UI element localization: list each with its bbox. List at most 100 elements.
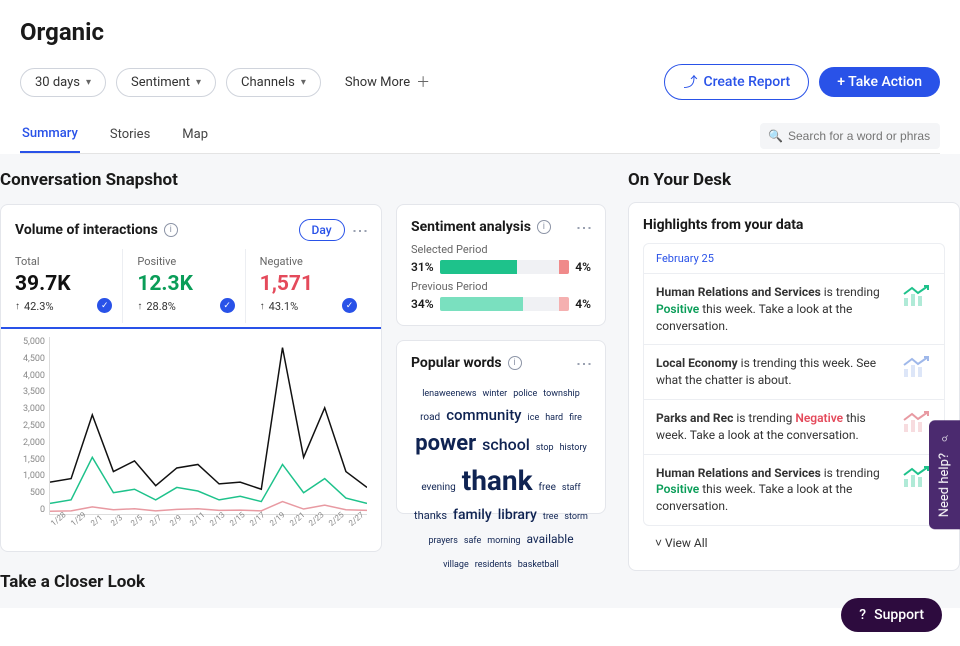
search-wrap: 🔍 <box>760 123 940 149</box>
popular-words-title: Popular words i <box>411 355 522 371</box>
word-cloud-word[interactable]: evening <box>418 480 458 495</box>
highlights-title: Highlights from your data <box>643 217 945 233</box>
view-all-button[interactable]: ˅ View All <box>643 526 945 560</box>
metrics-row: Total 39.7K ↑42.3%✓ Positive 12.3K ↑28.8… <box>15 249 367 323</box>
sentiment-card: Sentiment analysis i ⋮ Selected Period 3… <box>396 204 606 326</box>
take-action-button[interactable]: + Take Action <box>819 67 940 97</box>
search-input[interactable] <box>760 123 940 149</box>
filter-channels[interactable]: Channels▾ <box>226 68 321 97</box>
tab-map[interactable]: Map <box>180 119 210 152</box>
word-cloud-word[interactable]: safe <box>461 535 484 549</box>
highlight-text: Human Relations and Services is trending… <box>656 465 892 515</box>
create-report-button[interactable]: ⤴ Create Report <box>664 64 809 100</box>
filter-show-more[interactable]: Show More＋ <box>331 66 444 98</box>
word-cloud-word[interactable]: staff <box>559 482 584 496</box>
page-title: Organic <box>20 18 940 46</box>
more-icon[interactable]: ⋮ <box>577 356 591 370</box>
volume-chart: 5,0004,5004,0003,5003,0002,5002,0001,500… <box>15 337 367 537</box>
metric-total[interactable]: Total 39.7K ↑42.3%✓ <box>15 249 123 323</box>
word-cloud-word[interactable]: free <box>536 480 559 495</box>
info-icon[interactable]: i <box>508 356 522 370</box>
upload-icon: ⤴ <box>683 72 697 92</box>
metric-negative[interactable]: Negative 1,571 ↑43.1%✓ <box>246 249 367 323</box>
word-cloud-word[interactable]: school <box>479 433 533 457</box>
y-tick: 1,500 <box>15 455 49 465</box>
highlight-item[interactable]: Parks and Rec is trending Negative this … <box>644 400 944 455</box>
highlights-card: Highlights from your data February 25 Hu… <box>628 202 960 571</box>
word-cloud-word[interactable]: morning <box>484 535 523 549</box>
word-cloud-word[interactable]: basketball <box>515 559 562 573</box>
sentiment-selected-bar: 31% 4% <box>411 260 591 274</box>
y-tick: 3,000 <box>15 404 49 414</box>
metric-positive[interactable]: Positive 12.3K ↑28.8%✓ <box>123 249 245 323</box>
arrow-up-icon: ↑ <box>260 301 265 312</box>
y-tick: 0 <box>15 505 49 515</box>
word-cloud-word[interactable]: lenaweenews <box>419 388 479 402</box>
y-tick: 1,000 <box>15 471 49 481</box>
word-cloud-word[interactable]: power <box>412 427 479 460</box>
word-cloud: lenaweenewswinterpolicetownship roadcommu… <box>411 379 591 499</box>
filter-period[interactable]: 30 days▾ <box>20 68 106 97</box>
metric-positive-value: 12.3K <box>137 272 232 296</box>
word-cloud-word[interactable]: police <box>510 388 540 402</box>
word-cloud-word[interactable]: ice <box>525 412 543 426</box>
word-cloud-word[interactable]: community <box>443 404 524 427</box>
word-cloud-word[interactable]: thank <box>459 460 536 502</box>
sentiment-previous-bar: 34% 4% <box>411 297 591 311</box>
volume-toggle-day[interactable]: Day <box>299 219 345 241</box>
divider <box>1 327 381 329</box>
word-cloud-word[interactable]: fire <box>566 412 585 426</box>
highlights-list: February 25 Human Relations and Services… <box>643 243 945 526</box>
y-tick: 4,500 <box>15 354 49 364</box>
word-cloud-word[interactable]: winter <box>479 388 510 402</box>
y-tick: 500 <box>15 488 49 498</box>
more-icon[interactable]: ⋮ <box>577 220 591 234</box>
highlight-item[interactable]: Human Relations and Services is trending… <box>644 274 944 345</box>
info-icon[interactable]: i <box>164 223 178 237</box>
metric-total-value: 39.7K <box>15 272 110 296</box>
popular-words-title-text: Popular words <box>411 355 502 371</box>
y-tick: 5,000 <box>15 337 49 347</box>
word-cloud-word[interactable]: residents <box>472 559 515 573</box>
sentiment-previous-pos: 34% <box>411 297 434 311</box>
more-icon[interactable]: ⋮ <box>353 223 367 237</box>
on-your-desk-title: On Your Desk <box>628 170 960 190</box>
filter-sentiment-label: Sentiment <box>131 75 190 90</box>
word-cloud-word[interactable]: hard <box>542 412 566 426</box>
metric-positive-label: Positive <box>137 255 232 268</box>
word-cloud-word[interactable]: available <box>523 530 576 548</box>
word-cloud-word[interactable]: thanks <box>411 508 450 525</box>
word-cloud-word[interactable]: tree <box>540 511 561 525</box>
highlight-text: Parks and Rec is trending Negative this … <box>656 410 892 444</box>
arrow-up-icon: ↑ <box>15 301 20 312</box>
trend-icon <box>902 410 932 434</box>
take-action-label: + Take Action <box>837 74 922 90</box>
need-help-tab[interactable]: Need help? ⌕ <box>929 420 960 529</box>
metric-total-delta: 42.3% <box>24 300 54 313</box>
trend-icon <box>902 355 932 379</box>
support-button[interactable]: ? Support <box>841 598 942 632</box>
need-help-label: Need help? <box>937 453 952 517</box>
plus-icon: ＋ <box>416 72 430 92</box>
highlight-item[interactable]: Local Economy is trending this week. See… <box>644 345 944 400</box>
highlight-item[interactable]: Human Relations and Services is trending… <box>644 455 944 525</box>
volume-title: Volume of interactions i <box>15 222 178 238</box>
metric-negative-value: 1,571 <box>260 272 355 296</box>
sentiment-selected-neg: 4% <box>575 260 591 274</box>
info-icon[interactable]: i <box>537 220 551 234</box>
filter-sentiment[interactable]: Sentiment▾ <box>116 68 216 97</box>
word-cloud-word[interactable]: storm <box>561 511 591 525</box>
word-cloud-word[interactable]: stop <box>533 442 557 456</box>
word-cloud-word[interactable]: prayers <box>425 535 460 549</box>
word-cloud-word[interactable]: road <box>417 410 443 425</box>
word-cloud-word[interactable]: library <box>495 505 540 526</box>
closer-look-title: Take a Closer Look <box>0 572 610 592</box>
tab-summary[interactable]: Summary <box>20 118 80 153</box>
word-cloud-word[interactable]: township <box>540 388 583 402</box>
y-tick: 3,500 <box>15 387 49 397</box>
filter-period-label: 30 days <box>35 75 80 90</box>
word-cloud-word[interactable]: village <box>440 559 472 573</box>
tab-stories[interactable]: Stories <box>108 119 152 152</box>
word-cloud-word[interactable]: family <box>450 505 495 526</box>
word-cloud-word[interactable]: history <box>557 442 590 456</box>
